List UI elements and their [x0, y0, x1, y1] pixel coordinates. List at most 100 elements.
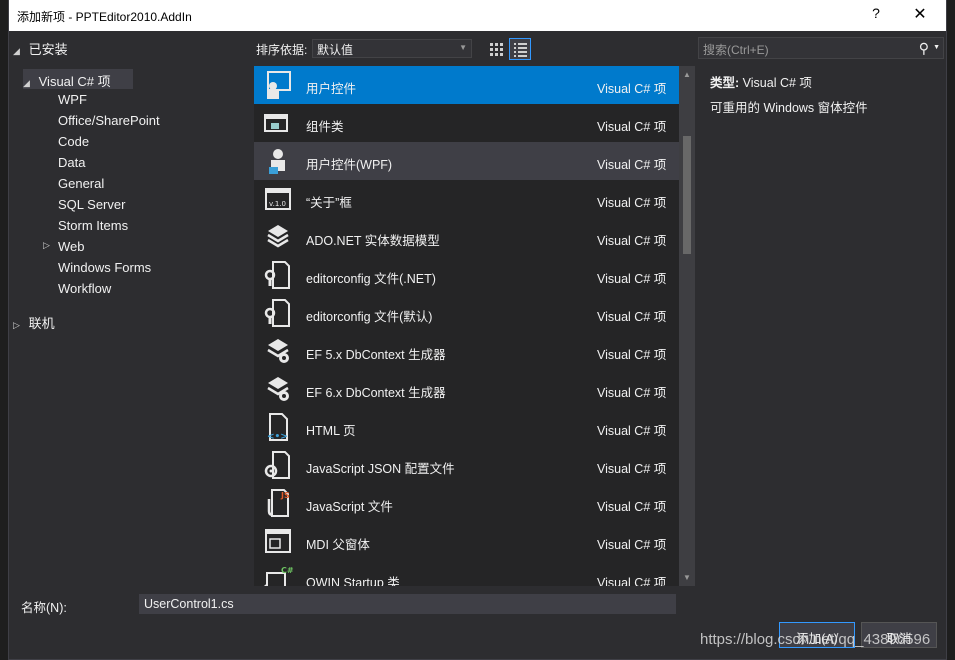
- template-item-name: “关于”框: [306, 196, 352, 210]
- template-item[interactable]: 组件类 Visual C# 项: [254, 104, 679, 142]
- template-item[interactable]: JS JavaScript 文件 Visual C# 项: [254, 484, 679, 522]
- template-item-language: Visual C# 项: [597, 386, 667, 400]
- template-item[interactable]: 用户控件 Visual C# 项: [254, 66, 679, 104]
- template-item-name: editorconfig 文件(.NET): [306, 272, 436, 286]
- close-button[interactable]: ✕: [908, 4, 932, 26]
- scrollbar-thumb[interactable]: [683, 136, 691, 254]
- list-icon: [514, 43, 527, 57]
- expanded-triangle-icon[interactable]: ◢: [13, 46, 25, 57]
- collapsed-triangle-icon[interactable]: ▷: [13, 320, 25, 331]
- html-page-icon: <•>: [262, 411, 294, 443]
- template-item-language: Visual C# 项: [597, 158, 667, 172]
- template-item-language: Visual C# 项: [597, 538, 667, 552]
- template-item-language: Visual C# 项: [597, 272, 667, 286]
- category-tree: ◢ 已安装 ◢ Visual C# 项 WPF Office/SharePoin…: [9, 31, 252, 585]
- ef-generator-icon: [262, 373, 294, 405]
- template-item[interactable]: MDI 父窗体 Visual C# 项: [254, 522, 679, 560]
- template-item[interactable]: 用户控件(WPF) Visual C# 项: [254, 142, 679, 180]
- template-item-name: 用户控件: [306, 82, 357, 96]
- template-item-name: 组件类: [306, 120, 344, 134]
- tree-item-web[interactable]: Web: [58, 239, 85, 254]
- template-item-language: Visual C# 项: [597, 82, 667, 96]
- search-input[interactable]: 搜索(Ctrl+E): [703, 41, 769, 58]
- user-control-icon: [262, 69, 294, 101]
- chevron-down-icon[interactable]: ▼: [933, 44, 940, 51]
- tree-node-installed[interactable]: ◢ 已安装: [13, 39, 68, 58]
- tree-node-label: Visual C# 项: [38, 74, 111, 89]
- mdi-form-icon: [262, 525, 294, 557]
- svg-text:v.1.0: v.1.0: [269, 200, 286, 208]
- template-item[interactable]: editorconfig 文件(.NET) Visual C# 项: [254, 256, 679, 294]
- tree-node-visual-csharp[interactable]: ◢ Visual C# 项: [23, 69, 133, 89]
- template-item-name: OWIN Startup 类: [306, 576, 400, 586]
- name-field[interactable]: UserControl1.cs: [139, 594, 676, 614]
- expanded-triangle-icon[interactable]: ◢: [23, 78, 35, 89]
- template-item-language: Visual C# 项: [597, 196, 667, 210]
- tree-node-label: 联机: [28, 316, 55, 331]
- chevron-down-icon: ▼: [459, 43, 467, 52]
- template-item-name: 用户控件(WPF): [306, 158, 393, 172]
- entity-model-icon: [262, 221, 294, 253]
- svg-text:<•>: <•>: [267, 432, 288, 442]
- svg-text:JS: JS: [280, 491, 290, 500]
- tree-item-office-sharepoint[interactable]: Office/SharePoint: [58, 113, 160, 128]
- template-item-language: Visual C# 项: [597, 120, 667, 134]
- template-item-language: Visual C# 项: [597, 576, 667, 586]
- background-editor: [0, 0, 8, 660]
- template-item[interactable]: v.1.0 “关于”框 Visual C# 项: [254, 180, 679, 218]
- window-title: 添加新项 - PPTEditor2010.AddIn: [17, 10, 192, 24]
- list-view-button[interactable]: [509, 38, 531, 60]
- scroll-up-icon[interactable]: ▲: [683, 70, 691, 79]
- wpf-user-control-icon: [262, 145, 294, 177]
- list-scrollbar[interactable]: ▲ ▼: [679, 66, 695, 586]
- tree-item-sql-server[interactable]: SQL Server: [58, 197, 125, 212]
- type-line: 类型: Visual C# 项: [710, 72, 812, 91]
- tree-node-online[interactable]: ▷ 联机: [13, 313, 55, 332]
- template-item-language: Visual C# 项: [597, 500, 667, 514]
- template-list: 用户控件 Visual C# 项组件类 Visual C# 项用户控件(WPF) Vi…: [254, 66, 695, 586]
- search-icon[interactable]: ⚲: [919, 40, 929, 57]
- template-item[interactable]: EF 6.x DbContext 生成器 Visual C# 项: [254, 370, 679, 408]
- tree-item-windows-forms[interactable]: Windows Forms: [58, 260, 151, 275]
- template-item[interactable]: EF 5.x DbContext 生成器 Visual C# 项: [254, 332, 679, 370]
- tree-item-storm-items[interactable]: Storm Items: [58, 218, 128, 233]
- tree-item-data[interactable]: Data: [58, 155, 85, 170]
- editorconfig-icon: [262, 259, 294, 291]
- template-item[interactable]: <•> HTML 页 Visual C# 项: [254, 408, 679, 446]
- search-box[interactable]: 搜索(Ctrl+E) ⚲ ▼: [698, 37, 944, 59]
- owin-startup-icon: C#: [262, 563, 294, 586]
- item-description: 可重用的 Windows 窗体控件: [710, 101, 868, 115]
- component-class-icon: [262, 107, 294, 139]
- javascript-file-icon: JS: [262, 487, 294, 519]
- sort-dropdown[interactable]: 默认值 ▼: [312, 39, 472, 58]
- grid-view-button[interactable]: [486, 39, 506, 59]
- template-item-name: EF 6.x DbContext 生成器: [306, 386, 446, 400]
- add-new-item-dialog: 添加新项 - PPTEditor2010.AddIn ? ✕ ◢ 已安装 ◢ V…: [8, 0, 947, 660]
- template-item-name: EF 5.x DbContext 生成器: [306, 348, 446, 362]
- title-bar: 添加新项 - PPTEditor2010.AddIn ? ✕: [9, 0, 946, 31]
- template-item-language: Visual C# 项: [597, 310, 667, 324]
- sort-value: 默认值: [317, 43, 354, 57]
- template-item[interactable]: ADO.NET 实体数据模型 Visual C# 项: [254, 218, 679, 256]
- json-config-icon: [262, 449, 294, 481]
- template-item-language: Visual C# 项: [597, 462, 667, 476]
- watermark-text: https://blog.csdn.net/qq_43896596: [700, 631, 931, 648]
- template-item[interactable]: JavaScript JSON 配置文件 Visual C# 项: [254, 446, 679, 484]
- tree-node-label: 已安装: [28, 42, 68, 57]
- help-button[interactable]: ?: [864, 5, 888, 25]
- tree-item-code[interactable]: Code: [58, 134, 89, 149]
- template-item[interactable]: C# OWIN Startup 类 Visual C# 项: [254, 560, 679, 586]
- tree-item-workflow[interactable]: Workflow: [58, 281, 111, 296]
- template-item[interactable]: editorconfig 文件(默认) Visual C# 项: [254, 294, 679, 332]
- tree-item-wpf[interactable]: WPF: [58, 92, 87, 107]
- tree-item-general[interactable]: General: [58, 176, 104, 191]
- template-item-language: Visual C# 项: [597, 348, 667, 362]
- svg-text:C#: C#: [281, 566, 294, 575]
- ef-generator-icon: [262, 335, 294, 367]
- grid-icon: [490, 43, 503, 56]
- type-label: 类型:: [710, 76, 740, 90]
- template-item-name: MDI 父窗体: [306, 538, 370, 552]
- collapsed-triangle-icon[interactable]: ▷: [43, 240, 55, 251]
- template-item-name: HTML 页: [306, 424, 356, 438]
- scroll-down-icon[interactable]: ▼: [683, 573, 691, 582]
